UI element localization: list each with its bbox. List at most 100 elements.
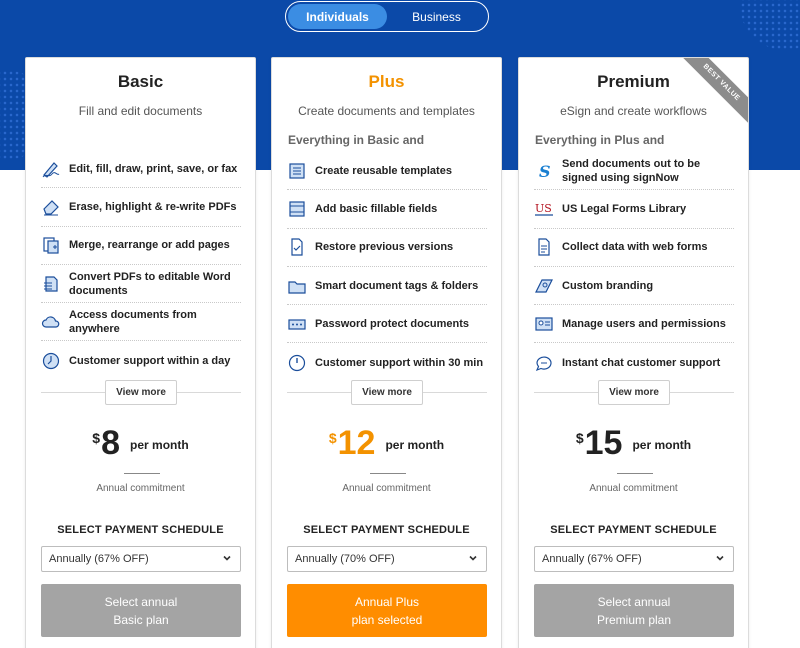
plan-card-plus: Plus Create documents and templates Ever… <box>271 57 502 648</box>
price: $ 15 per month <box>519 424 748 462</box>
pen-signature-icon <box>41 159 61 179</box>
divider <box>370 473 406 474</box>
list-item: US US Legal Forms Library <box>534 190 734 229</box>
list-item: Collect data with web forms <box>534 229 734 267</box>
feature-label: US Legal Forms Library <box>562 202 687 215</box>
list-item: Add basic fillable fields <box>287 190 487 229</box>
list-item: Custom branding <box>534 267 734 306</box>
divider <box>617 473 653 474</box>
clock-support-icon <box>41 351 61 371</box>
feature-label: Customer support within 30 min <box>315 356 484 369</box>
list-item: Customer support within 30 min <box>287 343 487 381</box>
plan-card-premium: BEST VALUE Premium eSign and create work… <box>518 57 749 648</box>
price-amount: 8 <box>101 424 121 462</box>
list-item: Access documents from anywhere <box>41 303 241 342</box>
toggle-individuals[interactable]: Individuals <box>288 4 387 29</box>
cloud-icon <box>41 312 61 332</box>
plan-subtitle: eSign and create workflows <box>560 104 707 118</box>
list-item: Create reusable templates <box>287 152 487 191</box>
price-currency: $ <box>92 430 101 446</box>
select-value: Annually (70% OFF) <box>295 553 395 565</box>
view-more-button[interactable]: View more <box>105 380 177 405</box>
price-amount: 15 <box>584 424 623 462</box>
plan-subtitle: Fill and edit documents <box>78 104 203 118</box>
payment-schedule-select[interactable]: Annually (67% OFF) <box>41 546 241 572</box>
plan-name: Premium <box>597 72 670 91</box>
payment-schedule-select[interactable]: Annually (67% OFF) <box>534 546 734 572</box>
feature-label: Access documents from anywhere <box>69 308 197 335</box>
feature-label: Smart document tags & folders <box>315 279 479 292</box>
divider <box>124 473 160 474</box>
commitment-note: Annual commitment <box>96 483 185 494</box>
merge-pages-icon <box>41 235 61 255</box>
price: $ 8 per month <box>26 424 255 462</box>
select-basic-plan-button[interactable]: Select annual Basic plan <box>41 584 241 637</box>
users-permissions-icon <box>534 314 554 334</box>
feature-list: S Send documents out to be signed using … <box>534 152 734 382</box>
chevron-down-icon <box>715 553 725 566</box>
select-value: Annually (67% OFF) <box>542 553 642 565</box>
feature-label: Instant chat customer support <box>562 356 721 369</box>
payment-schedule-label: SELECT PAYMENT SCHEDULE <box>550 524 717 536</box>
plan-subtitle: Create documents and templates <box>298 104 475 118</box>
list-item: Erase, highlight & re-write PDFs <box>41 188 241 227</box>
cta-line-1: Select annual <box>597 594 671 609</box>
toggle-business[interactable]: Business <box>387 4 486 29</box>
price-period: per month <box>385 438 445 452</box>
feature-label: Erase, highlight & re-write PDFs <box>69 200 237 213</box>
clock-support-icon <box>287 353 307 373</box>
cta-line-1: Annual Plus <box>354 594 420 609</box>
select-plus-plan-button[interactable]: Annual Plus plan selected <box>287 584 487 637</box>
us-legal-forms-icon: US <box>534 199 554 219</box>
payment-schedule-label: SELECT PAYMENT SCHEDULE <box>303 524 470 536</box>
chevron-down-icon <box>222 553 232 566</box>
svg-text:US: US <box>535 202 552 215</box>
payment-schedule-select[interactable]: Annually (70% OFF) <box>287 546 487 572</box>
feature-label: Collect data with web forms <box>562 241 708 254</box>
price-currency: $ <box>575 430 584 446</box>
price-amount: 12 <box>337 424 376 462</box>
branding-icon <box>534 276 554 296</box>
commitment-note: Annual commitment <box>342 483 431 494</box>
list-item: Restore previous versions <box>287 229 487 267</box>
cta-line-1: Select annual <box>104 594 178 609</box>
feature-label: Send documents out to be signed using si… <box>562 157 701 184</box>
eraser-icon <box>41 197 61 217</box>
feature-label: Add basic fillable fields <box>315 202 438 215</box>
fillable-fields-icon <box>287 199 307 219</box>
feature-label: Custom branding <box>562 279 654 292</box>
list-item: Instant chat customer support <box>534 343 734 381</box>
feature-label: Restore previous versions <box>315 241 454 254</box>
list-item: Merge, rearrange or add pages <box>41 227 241 265</box>
commitment-note: Annual commitment <box>589 483 678 494</box>
svg-text:S: S <box>539 162 551 181</box>
price-period: per month <box>130 438 189 452</box>
price-currency: $ <box>328 430 337 446</box>
view-more-button[interactable]: View more <box>598 380 670 405</box>
feature-label: Password protect documents <box>315 317 470 330</box>
password-icon <box>287 314 307 334</box>
feature-label: Convert PDFs to editable Word documents <box>69 270 231 297</box>
plan-card-basic: Basic Fill and edit documents Edit, fill… <box>25 57 256 648</box>
restore-version-icon <box>287 237 307 257</box>
cta-line-2: plan selected <box>351 612 423 627</box>
everything-in-note: Everything in Plus and <box>535 133 665 147</box>
cta-line-2: Basic plan <box>113 612 169 627</box>
price: $ 12 per month <box>272 424 501 462</box>
list-item: Customer support within a day <box>41 341 241 379</box>
list-item: Password protect documents <box>287 305 487 344</box>
select-premium-plan-button[interactable]: Select annual Premium plan <box>534 584 734 637</box>
convert-document-icon <box>41 274 61 294</box>
signnow-icon: S <box>534 161 554 181</box>
payment-schedule-label: SELECT PAYMENT SCHEDULE <box>57 524 224 536</box>
audience-toggle[interactable]: Individuals Business <box>285 1 489 32</box>
price-period: per month <box>632 438 692 452</box>
feature-label: Customer support within a day <box>69 354 231 367</box>
view-more-button[interactable]: View more <box>351 380 423 405</box>
list-item: Edit, fill, draw, print, save, or fax <box>41 150 241 189</box>
web-form-icon <box>534 237 554 257</box>
plan-name: Basic <box>117 72 164 91</box>
feature-label: Merge, rearrange or add pages <box>69 239 230 252</box>
chevron-down-icon <box>468 553 478 566</box>
folder-icon <box>287 276 307 296</box>
